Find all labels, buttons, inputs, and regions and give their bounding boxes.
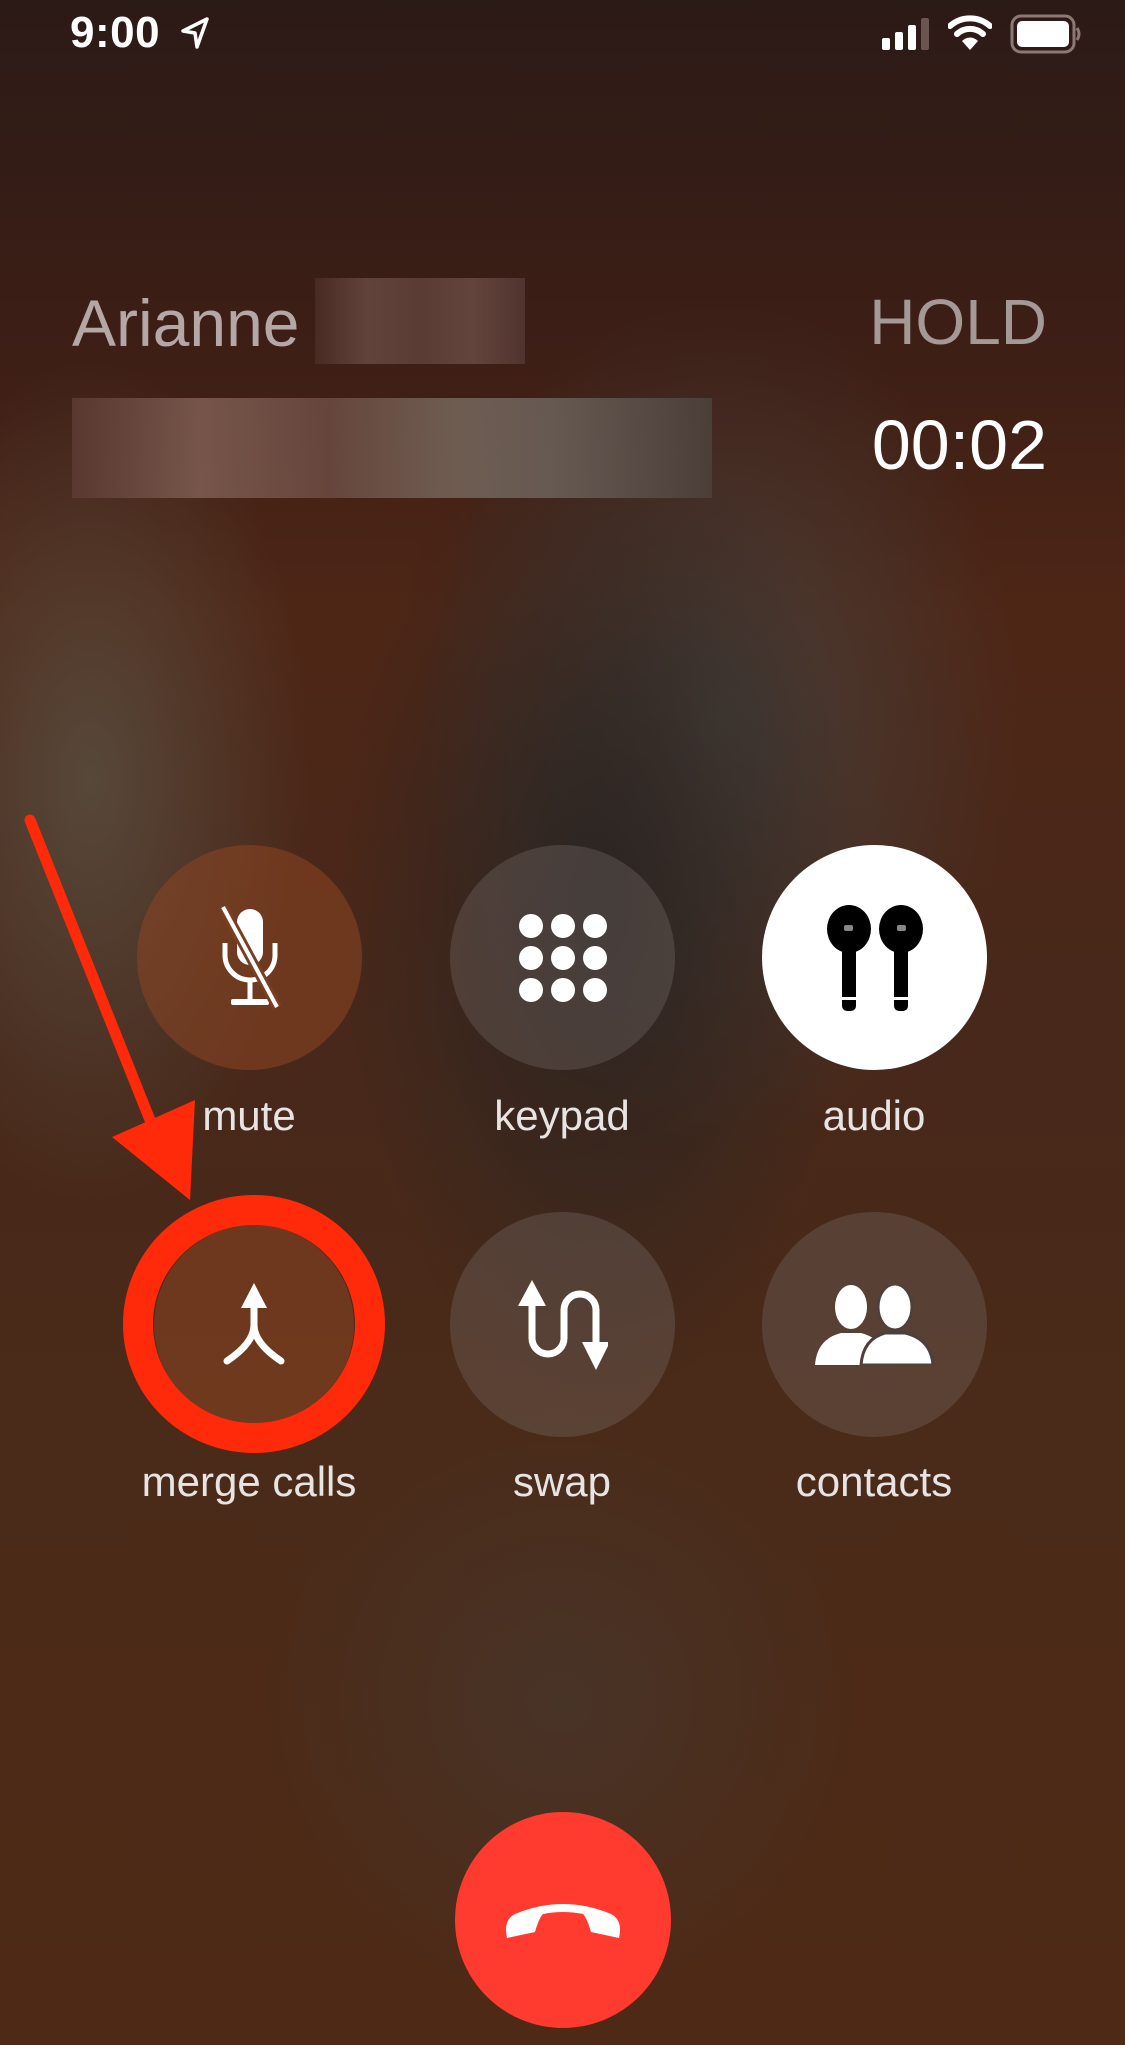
annotation-arrow-shaft xyxy=(24,814,156,1126)
annotation-arrow xyxy=(24,814,195,1200)
